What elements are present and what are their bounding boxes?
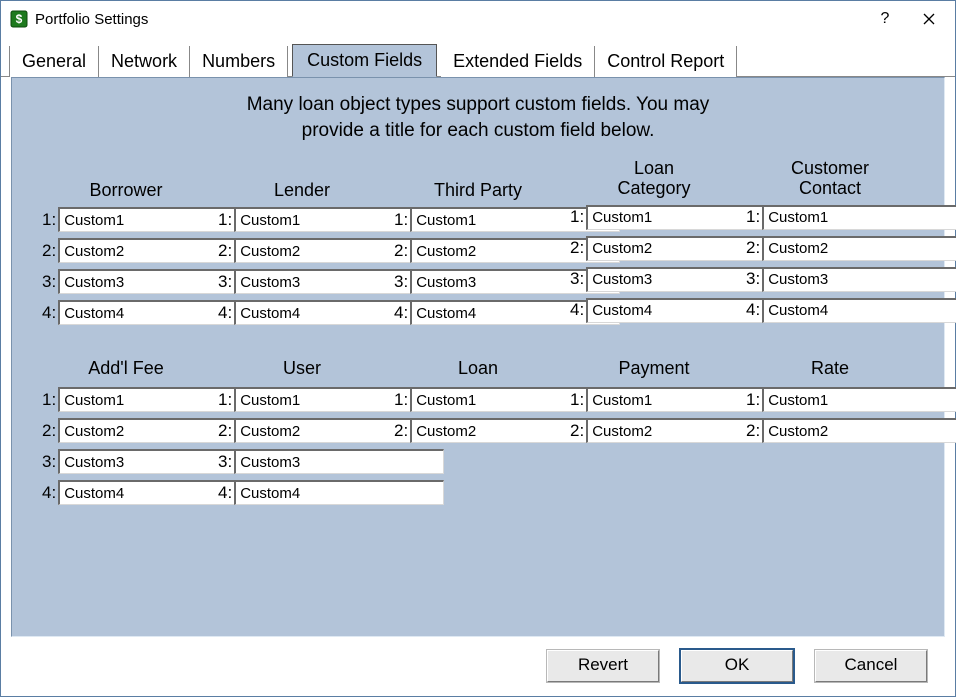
intro-line1: Many loan object types support custom fi… <box>247 94 710 115</box>
help-icon[interactable]: ? <box>863 4 907 34</box>
tab-network[interactable]: Network <box>99 46 190 77</box>
group-header: Borrower <box>42 159 210 201</box>
field-label: 1: <box>746 207 762 227</box>
field-label: 1: <box>394 390 410 410</box>
field-label: 3: <box>218 272 234 292</box>
tab-general[interactable]: General <box>9 46 99 77</box>
customer-contact-field-1[interactable] <box>762 205 956 230</box>
titlebar: $ Portfolio Settings ? <box>1 1 955 37</box>
group-row-1: Borrower 1: 2: 3: 4: Lender 1: 2: 3: 4: … <box>42 159 914 331</box>
field-label: 2: <box>570 421 586 441</box>
cancel-button[interactable]: Cancel <box>815 650 927 682</box>
field-label: 3: <box>218 452 234 472</box>
field-label: 1: <box>570 390 586 410</box>
group-header: Rate <box>746 359 914 381</box>
customer-contact-field-4[interactable] <box>762 298 956 323</box>
field-label: 1: <box>218 210 234 230</box>
customer-contact-field-2[interactable] <box>762 236 956 261</box>
field-label: 2: <box>746 238 762 258</box>
field-label: 2: <box>42 241 58 261</box>
field-label: 1: <box>746 390 762 410</box>
group-addl-fee: Add'l Fee 1: 2: 3: 4: <box>42 359 210 511</box>
field-label: 2: <box>394 421 410 441</box>
revert-button[interactable]: Revert <box>547 650 659 682</box>
rate-field-1[interactable] <box>762 387 956 412</box>
field-label: 4: <box>42 483 58 503</box>
field-label: 1: <box>42 390 58 410</box>
field-label: 3: <box>746 269 762 289</box>
field-label: 3: <box>42 272 58 292</box>
field-label: 3: <box>42 452 58 472</box>
custom-fields-panel: Many loan object types support custom fi… <box>11 77 945 637</box>
group-header: Loan <box>394 359 562 381</box>
group-header: Payment <box>570 359 738 381</box>
field-label: 1: <box>218 390 234 410</box>
field-label: 1: <box>570 207 586 227</box>
group-header: User <box>218 359 386 381</box>
group-borrower: Borrower 1: 2: 3: 4: <box>42 159 210 331</box>
tab-extended-fields[interactable]: Extended Fields <box>441 46 595 77</box>
button-bar: Revert OK Cancel <box>1 638 955 696</box>
field-label: 1: <box>394 210 410 230</box>
ok-button[interactable]: OK <box>681 650 793 682</box>
app-icon: $ <box>9 9 29 29</box>
field-label: 4: <box>746 300 762 320</box>
field-label: 4: <box>218 303 234 323</box>
tab-custom-fields[interactable]: Custom Fields <box>292 44 437 77</box>
field-label: 2: <box>394 241 410 261</box>
field-label: 4: <box>570 300 586 320</box>
group-loan-category: Loan Category 1: 2: 3: 4: <box>570 159 738 331</box>
intro-text: Many loan object types support custom fi… <box>42 92 914 143</box>
field-label: 3: <box>394 272 410 292</box>
field-label: 4: <box>394 303 410 323</box>
close-icon[interactable] <box>907 4 951 34</box>
group-header: Loan Category <box>570 159 738 199</box>
group-third-party: Third Party 1: 2: 3: 4: <box>394 159 562 331</box>
field-label: 2: <box>746 421 762 441</box>
group-payment: Payment 1: 2: <box>570 359 738 511</box>
dialog-window: $ Portfolio Settings ? General Network N… <box>0 0 956 697</box>
group-rate: Rate 1: 2: <box>746 359 914 511</box>
group-loan: Loan 1: 2: <box>394 359 562 511</box>
group-row-2: Add'l Fee 1: 2: 3: 4: User 1: 2: 3: 4: L… <box>42 359 914 511</box>
group-header: Add'l Fee <box>42 359 210 381</box>
group-customer-contact: Customer Contact 1: 2: 3: 4: <box>746 159 914 331</box>
field-label: 2: <box>570 238 586 258</box>
field-label: 4: <box>218 483 234 503</box>
group-user: User 1: 2: 3: 4: <box>218 359 386 511</box>
content-area: Many loan object types support custom fi… <box>1 77 955 638</box>
group-lender: Lender 1: 2: 3: 4: <box>218 159 386 331</box>
tab-control-report[interactable]: Control Report <box>595 46 737 77</box>
tab-strip: General Network Numbers Custom Fields Ex… <box>1 37 955 77</box>
field-label: 2: <box>42 421 58 441</box>
window-title: Portfolio Settings <box>35 11 148 28</box>
rate-field-2[interactable] <box>762 418 956 443</box>
field-label: 3: <box>570 269 586 289</box>
customer-contact-field-3[interactable] <box>762 267 956 292</box>
group-header: Lender <box>218 159 386 201</box>
tab-numbers[interactable]: Numbers <box>190 46 288 77</box>
field-label: 2: <box>218 421 234 441</box>
group-header: Customer Contact <box>746 159 914 199</box>
field-label: 1: <box>42 210 58 230</box>
svg-text:$: $ <box>16 12 23 26</box>
group-header: Third Party <box>394 159 562 201</box>
intro-line2: provide a title for each custom field be… <box>302 120 655 141</box>
field-label: 4: <box>42 303 58 323</box>
field-label: 2: <box>218 241 234 261</box>
